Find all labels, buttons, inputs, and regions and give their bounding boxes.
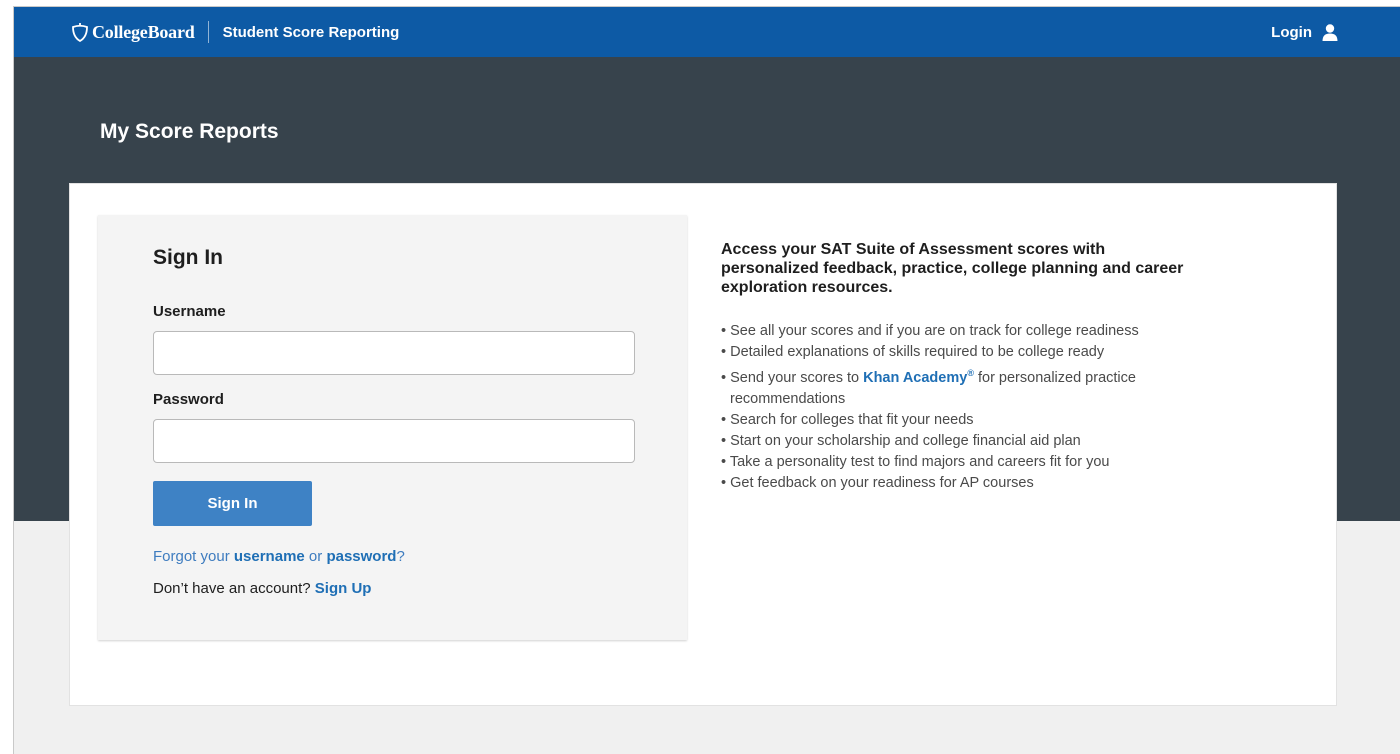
page-title: My Score Reports [100,120,279,143]
password-input[interactable] [153,419,635,463]
info-heading: Access your SAT Suite of Assessment scor… [721,241,1184,296]
feature-list: • See all your scores and if you are on … [721,321,1191,494]
registered-mark: ® [967,368,974,378]
list-item: • Detailed explanations of skills requir… [721,344,1105,360]
list-item: • Send your scores to Khan Academy® for … [721,363,1191,410]
collegeboard-logo[interactable]: CollegeBoard [71,22,195,43]
list-item: • Get feedback on your readiness for AP … [721,474,1034,491]
forgot-suffix: ? [396,548,405,565]
login-button[interactable]: Login [1271,7,1338,57]
list-item: • See all your scores and if you are on … [721,323,1139,339]
forgot-or: or [304,548,327,565]
top-navbar: CollegeBoard Student Score Reporting Log… [14,7,1400,57]
signin-panel: Sign In Username Password Sign In Forgot… [98,215,687,640]
brand-name: CollegeBoard [92,21,195,42]
user-icon [1322,23,1338,41]
khan-prefix: • Send your scores to [721,369,864,386]
page-frame: CollegeBoard Student Score Reporting Log… [13,6,1400,754]
brand-divider [207,21,209,43]
content-card: Sign In Username Password Sign In Forgot… [69,183,1337,706]
forgot-username-link[interactable]: username [234,548,305,565]
username-input[interactable] [153,331,635,375]
login-label: Login [1271,23,1312,41]
signin-button[interactable]: Sign In [153,481,312,526]
list-item: • Start on your scholarship and college … [721,432,1081,449]
khan-academy-link[interactable]: Khan Academy® [863,368,974,386]
username-label: Username [153,303,226,320]
khan-link-text: Khan Academy [863,369,968,386]
info-section: Access your SAT Suite of Assessment scor… [721,240,1191,494]
app-name: Student Score Reporting [222,23,400,41]
password-label: Password [153,391,224,408]
forgot-credentials: Forgot your username or password? [153,548,405,565]
brand[interactable]: CollegeBoard Student Score Reporting [71,7,399,57]
signup-link[interactable]: Sign Up [315,580,372,597]
signin-title: Sign In [153,246,223,269]
acorn-logo-icon [72,23,88,42]
forgot-prefix: Forgot your [153,548,234,565]
forgot-password-link[interactable]: password [326,548,396,565]
list-item: • Search for colleges that fit your need… [721,411,974,428]
no-account-text: Don’t have an account? [153,580,315,597]
list-item: • Take a personality test to find majors… [721,453,1110,470]
signup-prompt: Don’t have an account? Sign Up [153,580,371,597]
